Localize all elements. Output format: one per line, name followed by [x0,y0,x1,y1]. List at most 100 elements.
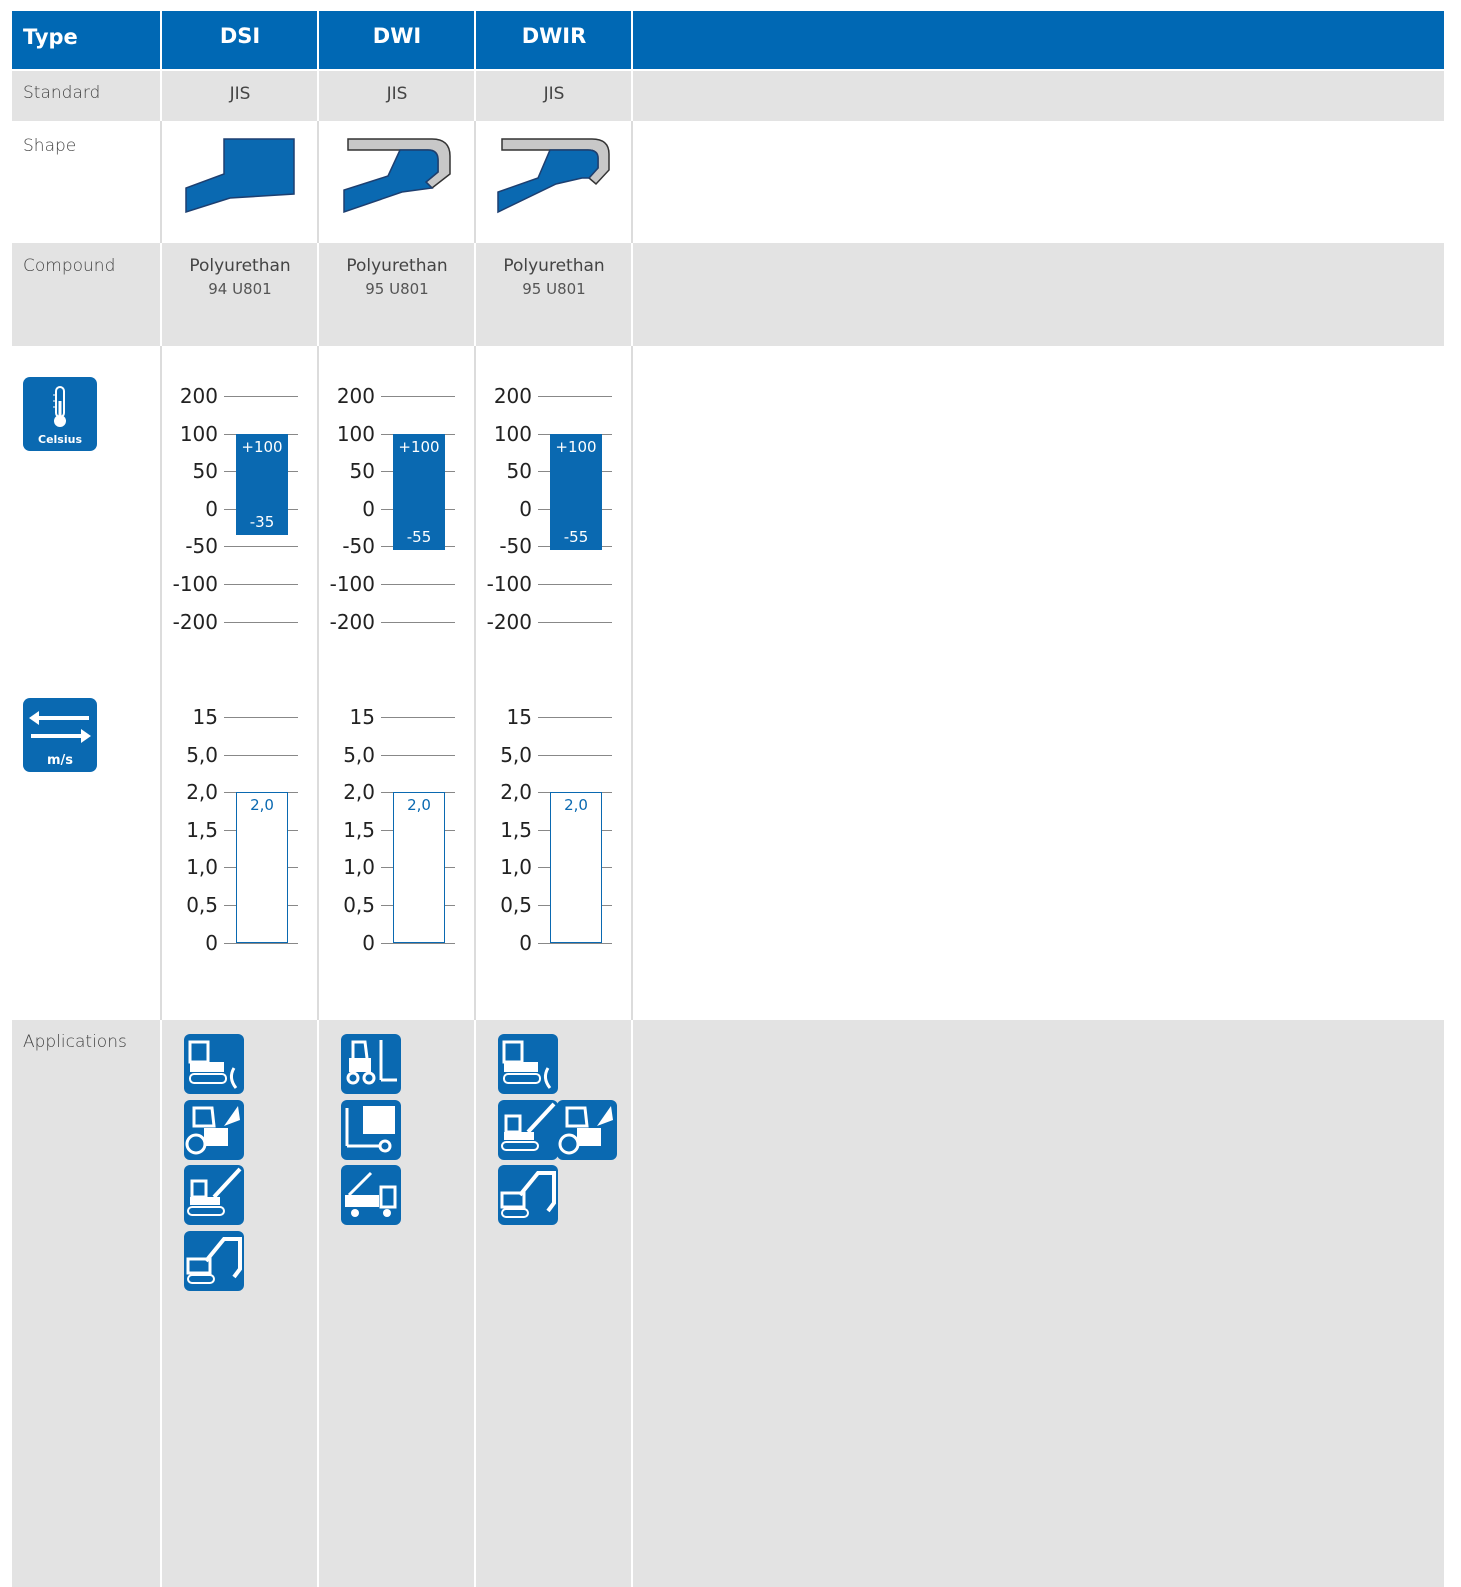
temperature-tick-label: 200 [493,384,532,408]
speed-unit-label: m/s [46,753,74,768]
compound-code: 94 U801 [208,280,272,298]
temperature-tick-label: -50 [499,534,532,559]
speed-max-label: 2,0 [407,796,431,815]
speed-range-bar [393,792,445,943]
speed-tick-line [381,717,455,718]
temperature-tick-line [224,584,298,585]
lift-platform-icon [341,1100,401,1160]
speed-tick-label: 0 [205,930,218,955]
temperature-tick-label: 100 [493,421,532,446]
column-header-dsi: DSI [219,24,261,48]
temperature-tick-label: -100 [486,572,532,596]
speed-range-bar [236,792,288,943]
compound-dwir: Polyurethan 95 U801 [476,256,632,298]
temperature-tick-label: 0 [519,496,532,521]
wheel-loader-icon [557,1100,617,1160]
compound-name: Polyurethan [346,256,448,276]
speed-tick-label: 2,0 [500,780,532,805]
compound-label: Compound [23,256,116,276]
temperature-tick-line [381,396,455,397]
speed-tick-label: 1,5 [343,817,375,842]
temperature-tick-label: 50 [349,459,375,484]
temp-min-label: -55 [406,528,432,547]
speed-tick-label: 1,0 [500,855,532,880]
temperature-tick-label: 0 [205,496,218,521]
standard-label: Standard [23,83,101,103]
temperature-tick-label: 50 [192,459,218,484]
excavator-icon [184,1231,244,1291]
speed-max-label: 2,0 [250,796,274,815]
speed-tick-line [381,754,455,756]
compound-name: Polyurethan [503,256,605,276]
speed-tick-label: 2,0 [186,780,218,805]
shape-label: Shape [23,136,77,156]
temperature-tick-label: 100 [336,421,375,446]
speed-tick-label: 0,5 [343,893,375,917]
speed-tick-label: 0 [362,930,375,955]
temperature-tick-line [538,396,612,397]
thermometer-icon: Celsius [23,377,97,451]
temperature-tick-label: -100 [329,572,375,596]
applications-label: Applications [23,1032,127,1052]
temperature-tick-label: -200 [172,609,218,634]
speed-tick-label: 1,0 [186,855,218,880]
shape-dwi [343,138,451,214]
compound-name: Polyurethan [189,256,291,276]
temperature-tick-label: 50 [506,459,532,484]
temperature-tick-label: -50 [185,534,218,559]
column-header-dwi: DWI [372,24,422,48]
speed-tick-label: 15 [192,705,218,729]
temperature-tick-line [538,621,612,623]
temperature-tick-label: 200 [179,384,218,408]
temperature-tick-line [538,584,612,585]
temperature-tick-label: -100 [172,572,218,596]
speed-tick-label: 1,5 [500,817,532,842]
standard-value-dwi: JIS [386,84,408,104]
speed-tick-label: 2,0 [343,780,375,805]
wheel-loader-icon [184,1100,244,1160]
standard-value-dsi: JIS [229,84,251,104]
speed-tick-label: 5,0 [500,742,532,767]
compound-code: 95 U801 [522,280,586,298]
temperature-tick-label: 200 [336,384,375,408]
speed-tick-label: 1,5 [186,817,218,842]
temp-max-label: +100 [241,437,283,456]
temperature-tick-label: -200 [486,609,532,634]
speed-tick-label: 1,0 [343,855,375,880]
speed-tick-label: 0 [519,930,532,955]
speed-tick-line [224,942,298,944]
temperature-tick-label: 0 [362,496,375,521]
column-header-dwir: DWIR [521,24,587,48]
temperature-tick-label: -200 [329,609,375,634]
temperature-tick-line [224,621,298,623]
speed-tick-line [224,717,298,718]
forklift-icon [341,1034,401,1094]
speed-tick-label: 15 [506,705,532,729]
compound-dsi: Polyurethan 94 U801 [162,256,318,298]
temperature-tick-label: 100 [179,421,218,446]
temperature-tick-line [224,396,298,397]
temperature-tick-line [381,584,455,585]
truck-crane-icon [341,1165,401,1225]
temperature-tick-line [381,621,455,623]
crawler-crane-icon [184,1165,244,1225]
speed-tick-label: 5,0 [343,742,375,767]
speed-tick-line [224,754,298,756]
speed-tick-label: 5,0 [186,742,218,767]
temperature-tick-label: -50 [342,534,375,559]
temp-max-label: +100 [555,437,597,456]
temperature-tick-line [224,546,298,548]
speed-range-bar [550,792,602,943]
crawler-dozer-icon [498,1034,558,1094]
celsius-label: Celsius [38,433,82,446]
speed-tick-line [381,942,455,944]
compound-code: 95 U801 [365,280,429,298]
speed-tick-label: 15 [349,705,375,729]
speed-tick-line [538,717,612,718]
type-header: Type [23,25,78,49]
crawler-crane-icon [498,1100,558,1160]
compound-dwi: Polyurethan 95 U801 [319,256,475,298]
speed-arrows-icon: m/s [23,698,97,772]
speed-tick-line [538,754,612,756]
temp-min-label: -55 [563,528,589,547]
